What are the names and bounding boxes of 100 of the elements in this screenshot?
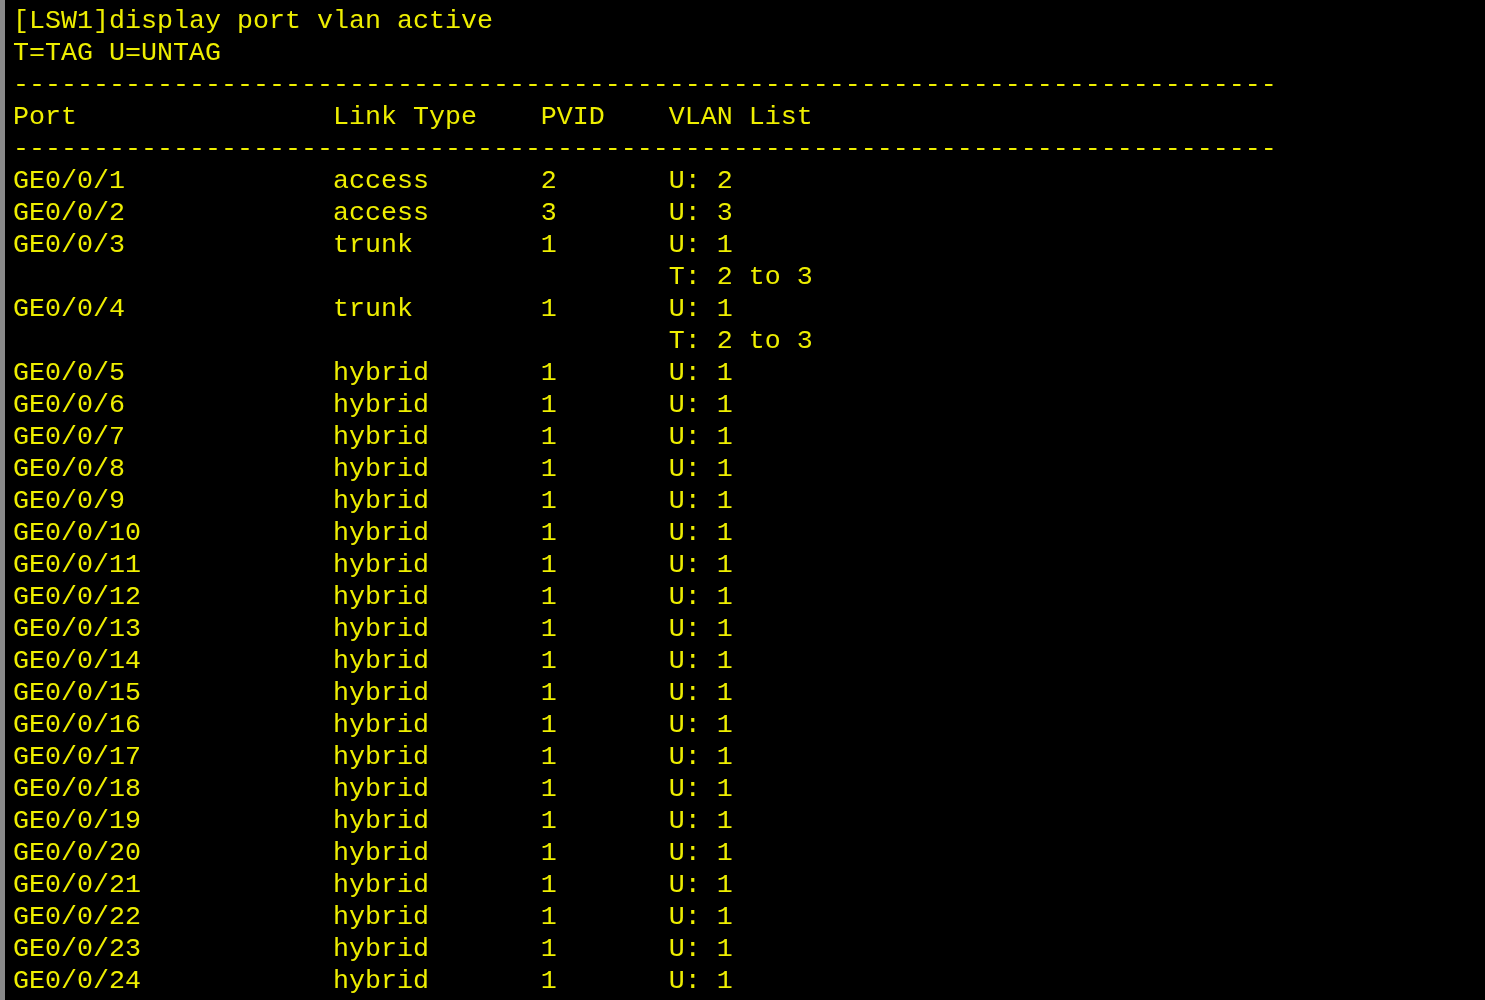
vlan-list-entry: U: 2 bbox=[668, 165, 733, 197]
pvid-value: 1 bbox=[540, 613, 557, 645]
pvid-value: 1 bbox=[540, 389, 557, 421]
pvid-value: 1 bbox=[540, 933, 557, 965]
port-name: GE0/0/17 bbox=[13, 741, 141, 773]
link-type: access bbox=[332, 165, 429, 197]
vlan-list-entry: U: 1 bbox=[668, 741, 733, 773]
pvid-value: 2 bbox=[540, 165, 557, 197]
vlan-list-entry: U: 1 bbox=[668, 549, 733, 581]
pvid-value: 1 bbox=[540, 549, 557, 581]
vlan-list-entry: U: 1 bbox=[668, 645, 733, 677]
port-name: GE0/0/1 bbox=[13, 165, 125, 197]
pvid-value: 1 bbox=[540, 805, 557, 837]
vlan-list-entry: U: 1 bbox=[668, 293, 733, 325]
pvid-value: 1 bbox=[540, 421, 557, 453]
link-type: hybrid bbox=[332, 645, 429, 677]
vlan-list-entry: U: 3 bbox=[668, 197, 733, 229]
port-name: GE0/0/7 bbox=[13, 421, 125, 453]
link-type: hybrid bbox=[332, 613, 429, 645]
port-name: GE0/0/14 bbox=[13, 645, 141, 677]
pvid-value: 1 bbox=[540, 485, 557, 517]
column-header: PVID bbox=[540, 101, 605, 133]
separator-line: ------------------------------------------------------------------------------- bbox=[13, 69, 1277, 101]
port-name: GE0/0/20 bbox=[13, 837, 141, 869]
port-name: GE0/0/6 bbox=[13, 389, 125, 421]
pvid-value: 1 bbox=[540, 773, 557, 805]
vlan-list-entry: U: 1 bbox=[668, 837, 733, 869]
port-name: GE0/0/9 bbox=[13, 485, 125, 517]
port-name: GE0/0/16 bbox=[13, 709, 141, 741]
vlan-list-entry: U: 1 bbox=[668, 805, 733, 837]
pvid-value: 1 bbox=[540, 357, 557, 389]
vlan-list-entry: U: 1 bbox=[668, 421, 733, 453]
pvid-value: 1 bbox=[540, 965, 557, 997]
pvid-value: 1 bbox=[540, 709, 557, 741]
port-name: GE0/0/13 bbox=[13, 613, 141, 645]
pvid-value: 1 bbox=[540, 453, 557, 485]
column-header: Link Type bbox=[332, 101, 477, 133]
link-type: access bbox=[332, 197, 429, 229]
link-type: hybrid bbox=[332, 805, 429, 837]
link-type: hybrid bbox=[332, 389, 429, 421]
column-header: VLAN List bbox=[668, 101, 813, 133]
link-type: hybrid bbox=[332, 677, 429, 709]
port-name: GE0/0/15 bbox=[13, 677, 141, 709]
vlan-list-entry: U: 1 bbox=[668, 229, 733, 261]
pvid-value: 1 bbox=[540, 901, 557, 933]
vlan-list-entry: U: 1 bbox=[668, 901, 733, 933]
link-type: hybrid bbox=[332, 549, 429, 581]
link-type: hybrid bbox=[332, 581, 429, 613]
pvid-value: 1 bbox=[540, 645, 557, 677]
pvid-value: 3 bbox=[540, 197, 557, 229]
vlan-list-entry: U: 1 bbox=[668, 869, 733, 901]
vlan-list-entry: U: 1 bbox=[668, 581, 733, 613]
column-header: Port bbox=[13, 101, 77, 133]
pvid-value: 1 bbox=[540, 517, 557, 549]
vlan-list-entry: U: 1 bbox=[668, 453, 733, 485]
pvid-value: 1 bbox=[540, 293, 557, 326]
port-name: GE0/0/18 bbox=[13, 773, 141, 805]
vlan-list-entry: T: 2 to 3 bbox=[668, 325, 813, 357]
pvid-value: 1 bbox=[540, 741, 557, 773]
pvid-value: 1 bbox=[540, 229, 557, 262]
port-name: GE0/0/5 bbox=[13, 357, 125, 389]
link-type: hybrid bbox=[332, 869, 429, 901]
link-type: hybrid bbox=[332, 453, 429, 485]
link-type: hybrid bbox=[332, 421, 429, 453]
vlan-list-entry: U: 1 bbox=[668, 517, 733, 549]
port-name: GE0/0/11 bbox=[13, 549, 141, 581]
link-type: hybrid bbox=[332, 901, 429, 933]
vlan-list-entry: U: 1 bbox=[668, 773, 733, 805]
link-type: hybrid bbox=[332, 517, 429, 549]
port-name: GE0/0/8 bbox=[13, 453, 125, 485]
port-name: GE0/0/23 bbox=[13, 933, 141, 965]
pvid-value: 1 bbox=[540, 869, 557, 901]
vlan-list-entry: U: 1 bbox=[668, 933, 733, 965]
link-type: hybrid bbox=[332, 773, 429, 805]
port-name: GE0/0/22 bbox=[13, 901, 141, 933]
vlan-list-entry: U: 1 bbox=[668, 389, 733, 421]
link-type: hybrid bbox=[332, 965, 429, 997]
link-type: hybrid bbox=[332, 709, 429, 741]
link-type: hybrid bbox=[332, 741, 429, 773]
port-name: GE0/0/10 bbox=[13, 517, 141, 549]
command-line: [LSW1]display port vlan active bbox=[13, 5, 493, 37]
pvid-value: 1 bbox=[540, 581, 557, 613]
vlan-list-entry: U: 1 bbox=[668, 965, 733, 997]
link-type: hybrid bbox=[332, 933, 429, 965]
link-type: trunk bbox=[332, 293, 413, 326]
pvid-value: 1 bbox=[540, 837, 557, 869]
separator-line: ------------------------------------------------------------------------------- bbox=[13, 133, 1277, 165]
link-type: hybrid bbox=[332, 837, 429, 869]
pvid-value: 1 bbox=[540, 677, 557, 709]
vlan-list-entry: U: 1 bbox=[668, 613, 733, 645]
port-name: GE0/0/2 bbox=[13, 197, 125, 229]
port-name: GE0/0/3 bbox=[13, 229, 125, 262]
legend-text: T=TAG U=UNTAG bbox=[13, 37, 221, 69]
link-type: hybrid bbox=[332, 357, 429, 389]
port-name: GE0/0/12 bbox=[13, 581, 141, 613]
port-name: GE0/0/21 bbox=[13, 869, 141, 901]
vlan-list-entry: U: 1 bbox=[668, 485, 733, 517]
port-name: GE0/0/24 bbox=[13, 965, 141, 997]
vlan-list-entry: T: 2 to 3 bbox=[668, 261, 813, 293]
port-name: GE0/0/4 bbox=[13, 293, 125, 326]
